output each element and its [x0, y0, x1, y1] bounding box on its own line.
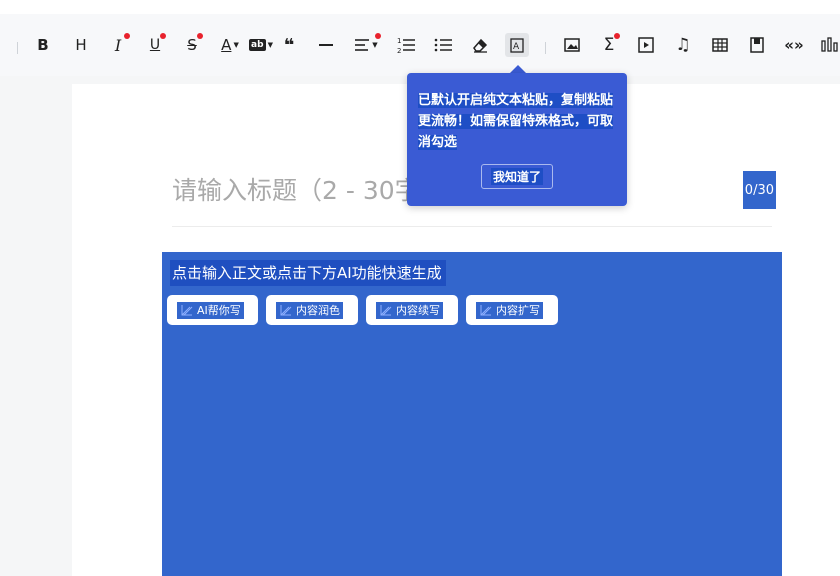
music-note-icon: ♫: [675, 35, 691, 55]
ai-pen-icon: [181, 305, 193, 316]
ai-pen-icon: [280, 305, 292, 316]
ai-expand-button[interactable]: 内容扩写: [466, 295, 558, 325]
toolbar-divider: [17, 42, 18, 54]
highlight-button[interactable]: ab ▼: [247, 33, 275, 57]
quote-button[interactable]: ❝: [277, 33, 301, 57]
notification-dot: [614, 33, 620, 39]
insert-video-button[interactable]: [634, 33, 658, 57]
svg-text:A: A: [513, 42, 520, 52]
title-input[interactable]: 请输入标题（2 - 30字）: [172, 171, 445, 207]
title-char-counter: 0/30: [743, 171, 776, 209]
title-divider: [172, 226, 772, 227]
bold-icon: B: [37, 36, 49, 54]
italic-button[interactable]: I: [106, 33, 130, 57]
chevron-down-icon: ▼: [267, 41, 273, 49]
horizontal-rule-icon: [319, 44, 333, 46]
heading-button[interactable]: H: [69, 33, 93, 57]
notification-dot: [124, 33, 130, 39]
tooltip-arrow: [510, 65, 526, 73]
sigma-icon: Σ: [603, 35, 615, 55]
editor-toolbar: B H I U S A ▼ ab ▼ ❝ ▼ 12 A Σ ♫ «»: [0, 14, 840, 76]
code-icon: «»: [784, 36, 804, 54]
ai-continue-label: 内容续写: [396, 303, 440, 317]
underline-button[interactable]: U: [143, 33, 167, 57]
chart-icon: [821, 37, 838, 52]
body-placeholder: 点击输入正文或点击下方AI功能快速生成: [170, 260, 446, 286]
insert-chart-button[interactable]: [819, 33, 840, 57]
insert-card-button[interactable]: [745, 33, 769, 57]
ai-continue-button[interactable]: 内容续写: [366, 295, 458, 325]
heading-icon: H: [75, 36, 87, 54]
toolbar-divider: [545, 42, 546, 54]
align-left-icon: [355, 39, 370, 51]
ai-write-button[interactable]: AI帮你写: [167, 295, 258, 325]
strikethrough-button[interactable]: S: [180, 33, 204, 57]
ordered-list-button[interactable]: 12: [394, 33, 418, 57]
quote-icon: ❝: [283, 34, 295, 56]
paste-text-icon: A: [510, 38, 524, 53]
strikethrough-icon: S: [187, 36, 197, 54]
insert-image-button[interactable]: [560, 33, 584, 57]
video-icon: [638, 37, 654, 53]
horizontal-rule-button[interactable]: [314, 33, 338, 57]
ai-write-label: AI帮你写: [197, 303, 241, 317]
image-icon: [564, 38, 580, 52]
chevron-down-icon: ▼: [372, 41, 378, 49]
top-bar: [0, 0, 840, 14]
align-button[interactable]: ▼: [352, 33, 381, 57]
chevron-down-icon: ▼: [233, 41, 239, 49]
ai-polish-label: 内容润色: [296, 303, 340, 317]
insert-code-button[interactable]: «»: [782, 33, 806, 57]
notification-dot: [197, 33, 203, 39]
insert-table-button[interactable]: [708, 33, 732, 57]
tooltip-confirm-button[interactable]: 我知道了: [481, 164, 553, 189]
font-color-icon: A: [221, 36, 232, 54]
tooltip-confirm-label: 我知道了: [490, 168, 543, 185]
highlight-icon: ab: [249, 39, 266, 51]
ai-pen-icon: [380, 305, 392, 316]
insert-formula-button[interactable]: Σ: [597, 33, 621, 57]
ai-expand-label: 内容扩写: [496, 303, 540, 317]
plain-text-paste-button[interactable]: A: [505, 33, 529, 57]
bookmark-icon: [750, 37, 764, 53]
unordered-list-icon: [434, 38, 452, 52]
eraser-icon: [473, 38, 488, 53]
svg-text:1: 1: [397, 37, 401, 45]
tooltip-message: 已默认开启纯文本粘贴，复制粘贴更流畅！如需保留特殊格式，可取消勾选: [418, 93, 614, 150]
ai-pen-icon: [480, 305, 492, 316]
bold-button[interactable]: B: [31, 33, 55, 57]
insert-audio-button[interactable]: ♫: [671, 33, 695, 57]
clear-format-button[interactable]: [468, 33, 492, 57]
unordered-list-button[interactable]: [431, 33, 455, 57]
notification-dot: [375, 33, 381, 39]
italic-icon: I: [114, 35, 122, 55]
ordered-list-icon: 12: [397, 37, 415, 54]
ai-polish-button[interactable]: 内容润色: [266, 295, 358, 325]
svg-text:2: 2: [397, 47, 401, 54]
table-icon: [712, 38, 728, 52]
notification-dot: [160, 33, 166, 39]
font-color-button[interactable]: A ▼: [216, 33, 244, 57]
underline-icon: U: [149, 37, 161, 53]
